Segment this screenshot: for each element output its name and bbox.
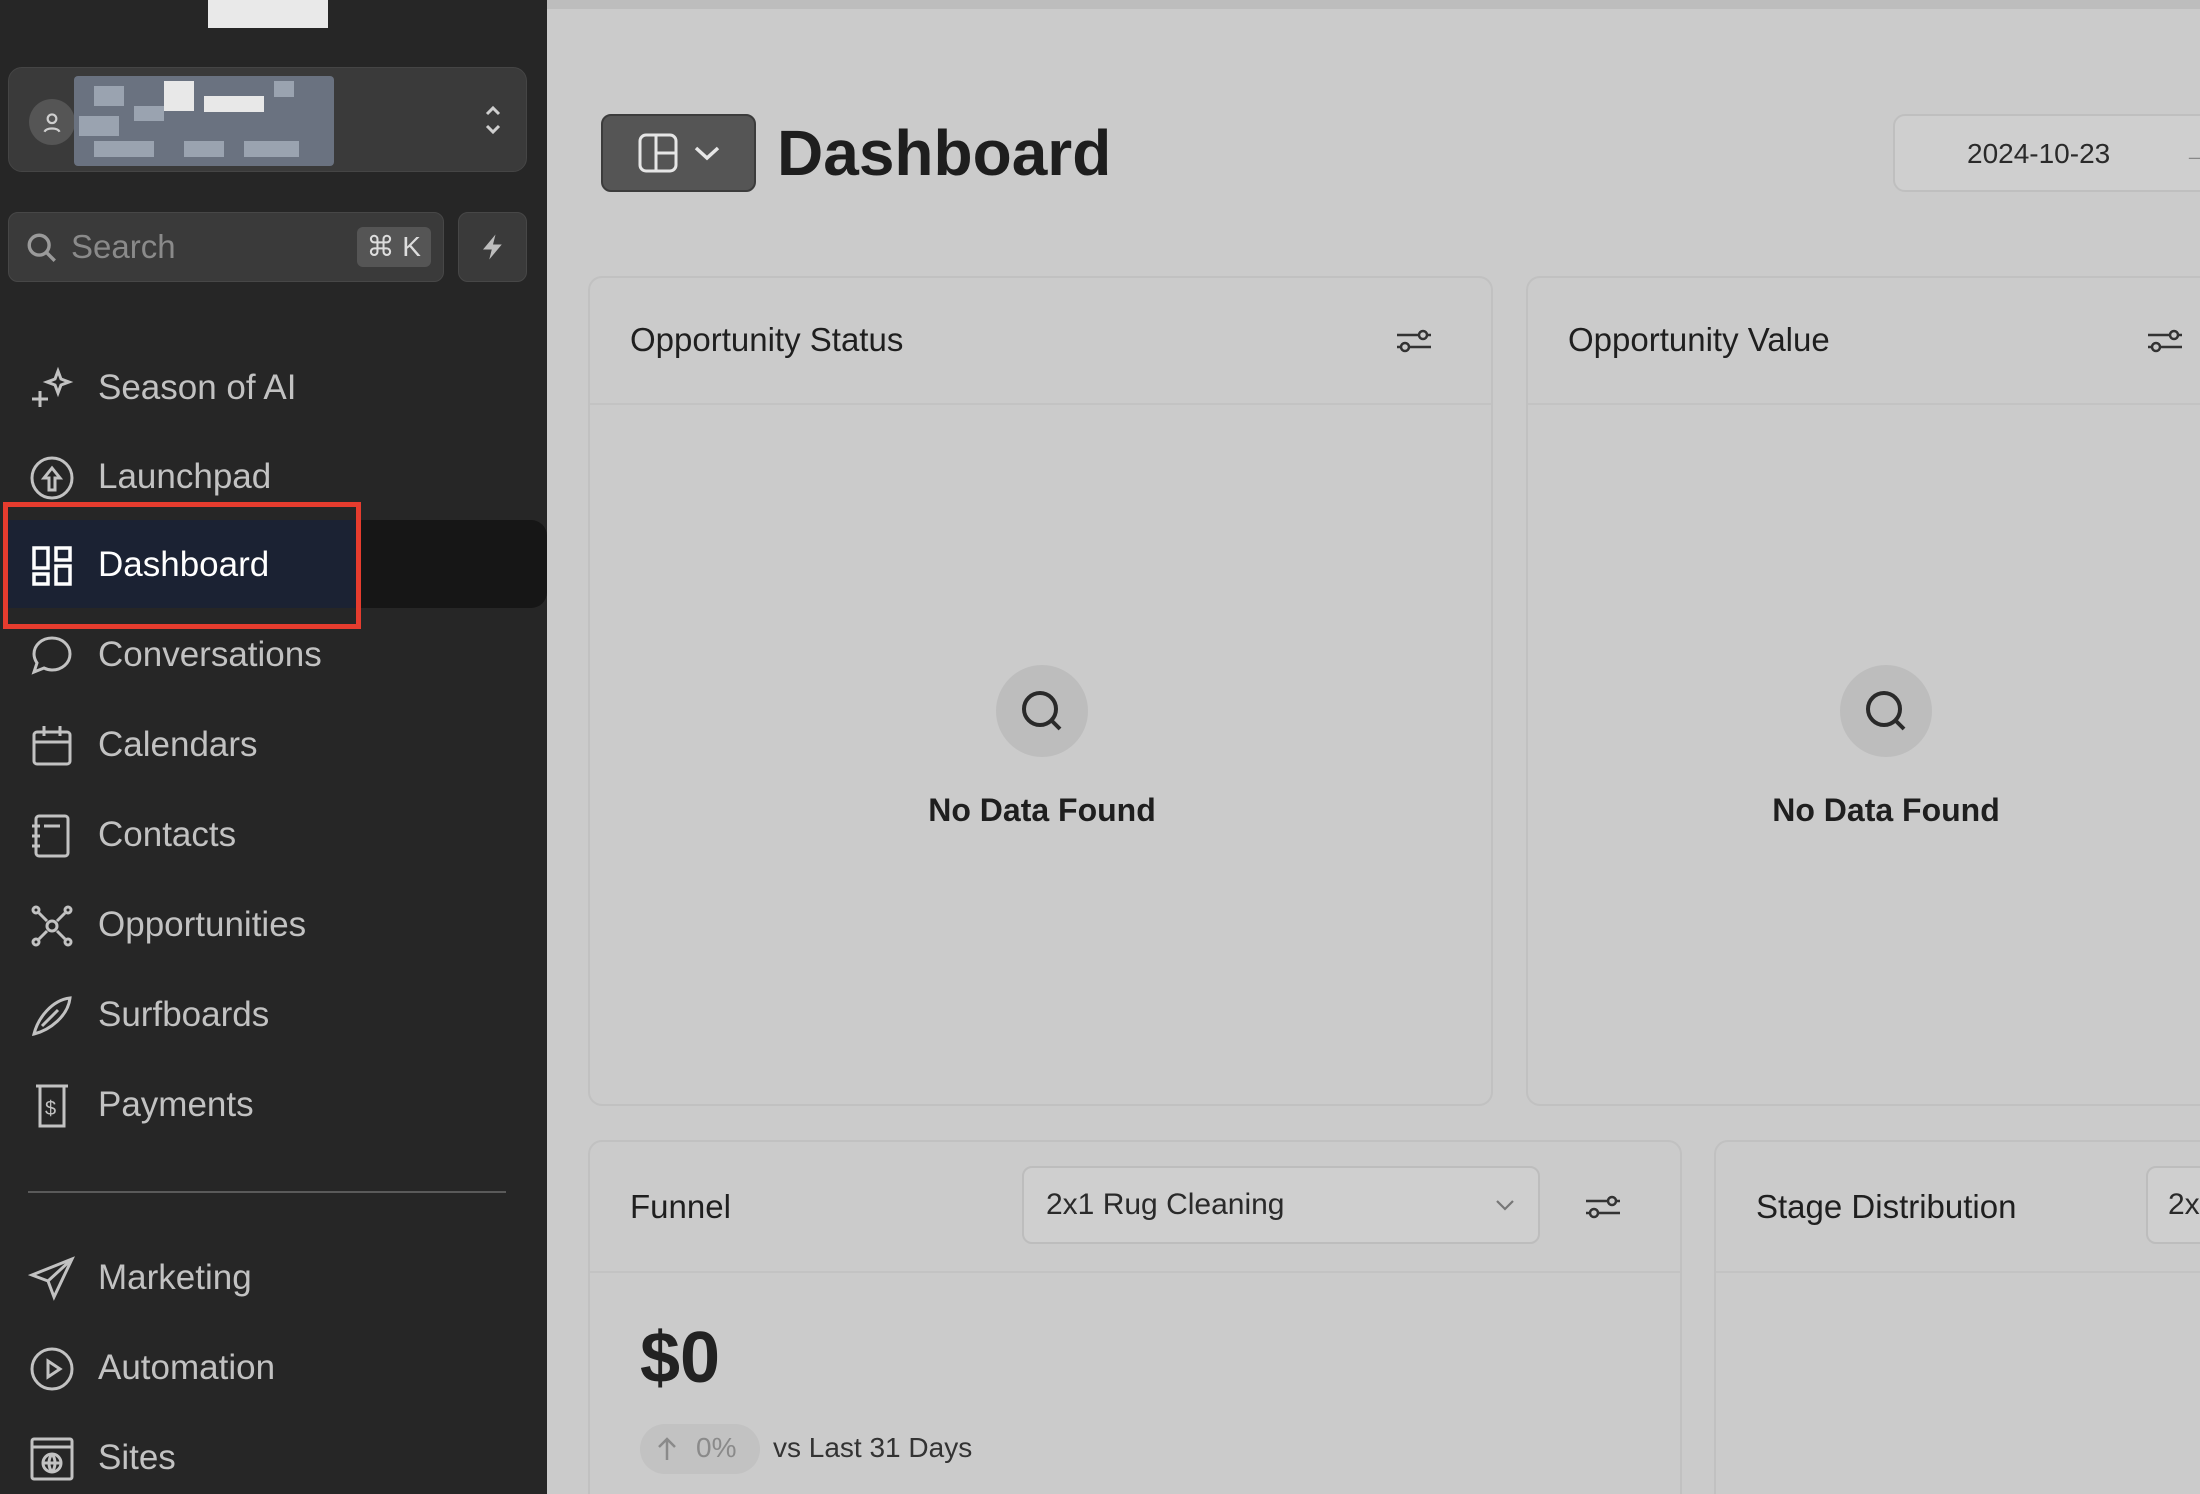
- search-icon: [27, 233, 56, 262]
- filter-sliders-icon[interactable]: [1584, 1192, 1622, 1222]
- chevron-up-down-icon: [485, 105, 501, 135]
- location-name-redacted: [74, 76, 334, 166]
- location-pin-icon: [29, 99, 75, 145]
- sidebar-item-label: Marketing: [98, 1258, 252, 1297]
- layout-panel-icon: [638, 133, 677, 173]
- sidebar-item-surfboards[interactable]: Surfboards: [0, 970, 547, 1058]
- search-shortcut-badge: ⌘ K: [356, 227, 431, 267]
- location-switcher[interactable]: [8, 67, 527, 172]
- svg-text:$: $: [45, 1098, 56, 1120]
- card-title: Opportunity Value: [1568, 321, 1830, 358]
- sidebar-item-opportunities[interactable]: Opportunities: [0, 880, 547, 968]
- stage-distribution-card: Stage Distribution 2x: [1714, 1140, 2200, 1494]
- funnel-card: Funnel 2x1 Rug Cleaning $0 0% vs Last 31…: [588, 1140, 1682, 1494]
- sidebar-item-label: Sites: [98, 1438, 176, 1477]
- lightning-icon: [482, 234, 502, 260]
- sidebar-item-label: Contacts: [98, 815, 237, 854]
- sidebar-item-label: Season of AI: [98, 368, 297, 407]
- sidebar-item-label: Conversations: [98, 635, 322, 674]
- funnel-total-value: $0: [640, 1318, 721, 1398]
- card-header: Funnel 2x1 Rug Cleaning: [590, 1142, 1680, 1273]
- card-title: Funnel: [630, 1188, 731, 1225]
- quick-actions-button[interactable]: [458, 212, 527, 282]
- arrow-up-icon: [658, 1437, 676, 1460]
- sidebar-item-label: Automation: [98, 1348, 276, 1387]
- sidebar-item-season-of-ai[interactable]: Season of AI: [0, 343, 547, 431]
- sidebar-item-sites[interactable]: Sites: [0, 1413, 547, 1494]
- arrow-right-icon: →: [2183, 138, 2200, 169]
- filter-sliders-icon[interactable]: [1395, 326, 1433, 356]
- pipeline-select[interactable]: 2x: [2146, 1166, 2200, 1244]
- calendar-icon: [32, 726, 72, 766]
- empty-state-text: No Data Found: [928, 792, 1156, 828]
- opportunity-status-card: Opportunity Status No Data Found: [588, 276, 1493, 1106]
- card-title: Stage Distribution: [1756, 1188, 2017, 1225]
- page-title: Dashboard: [777, 117, 1112, 189]
- receipt-dollar-icon: $: [36, 1084, 68, 1128]
- change-percent: 0%: [696, 1432, 737, 1463]
- date-range-picker[interactable]: 2024-10-23 →: [1893, 114, 2200, 192]
- empty-state-icon: [996, 665, 1088, 757]
- card-header: Stage Distribution 2x: [1716, 1142, 2200, 1273]
- rocket-up-icon: [30, 456, 74, 500]
- sidebar-divider: [28, 1191, 506, 1193]
- pipeline-select-value: 2x: [2168, 1188, 2200, 1221]
- pipeline-select[interactable]: 2x1 Rug Cleaning: [1022, 1166, 1540, 1244]
- sidebar-item-label: Payments: [98, 1085, 254, 1124]
- sidebar-item-label: Launchpad: [98, 457, 272, 496]
- network-icon: [31, 905, 73, 947]
- comparison-label: vs Last 31 Days: [773, 1432, 973, 1463]
- contacts-book-icon: [32, 814, 70, 858]
- layout-switcher-button[interactable]: [601, 114, 756, 192]
- send-icon: [28, 1256, 75, 1301]
- highlight-box: [3, 502, 361, 629]
- search-icon: [1022, 691, 1062, 731]
- search-input[interactable]: Search ⌘ K: [8, 212, 444, 282]
- card-title: Opportunity Status: [630, 321, 904, 358]
- sidebar-item-automation[interactable]: Automation: [0, 1323, 547, 1411]
- search-icon: [1866, 691, 1906, 731]
- sidebar-item-marketing[interactable]: Marketing: [0, 1233, 547, 1321]
- opportunity-value-card: Opportunity Value No Data Found: [1526, 276, 2200, 1106]
- globe-page-icon: [30, 1437, 74, 1481]
- sidebar-item-label: Calendars: [98, 725, 258, 764]
- chevron-down-icon: [1496, 1200, 1514, 1211]
- change-badge: 0%: [640, 1424, 760, 1474]
- sidebar-item-payments[interactable]: $ Payments: [0, 1060, 547, 1148]
- sidebar-item-label: Opportunities: [98, 905, 307, 944]
- sidebar-item-label: Surfboards: [98, 995, 270, 1034]
- card-header: Opportunity Value: [1528, 278, 2200, 405]
- date-start: 2024-10-23: [1967, 138, 2111, 169]
- filter-sliders-icon[interactable]: [2146, 326, 2184, 356]
- top-tab-indicator: [208, 0, 328, 28]
- empty-state-icon: [1840, 665, 1932, 757]
- sidebar-item-calendars[interactable]: Calendars: [0, 700, 547, 788]
- sparkle-plus-icon: [32, 366, 74, 407]
- play-circle-icon: [30, 1347, 74, 1391]
- surfboard-icon: [31, 996, 72, 1037]
- sidebar-item-contacts[interactable]: Contacts: [0, 790, 547, 878]
- pipeline-select-value: 2x1 Rug Cleaning: [1046, 1188, 1285, 1221]
- sidebar: Search ⌘ K Season of AI Launchpad Dashbo…: [0, 0, 547, 1494]
- top-bar-edge: [547, 0, 2200, 9]
- empty-state-text: No Data Found: [1772, 792, 2000, 828]
- card-header: Opportunity Status: [590, 278, 1491, 405]
- search-placeholder: Search: [71, 228, 176, 265]
- chat-bubble-icon: [31, 636, 72, 675]
- chevron-down-icon: [694, 146, 719, 161]
